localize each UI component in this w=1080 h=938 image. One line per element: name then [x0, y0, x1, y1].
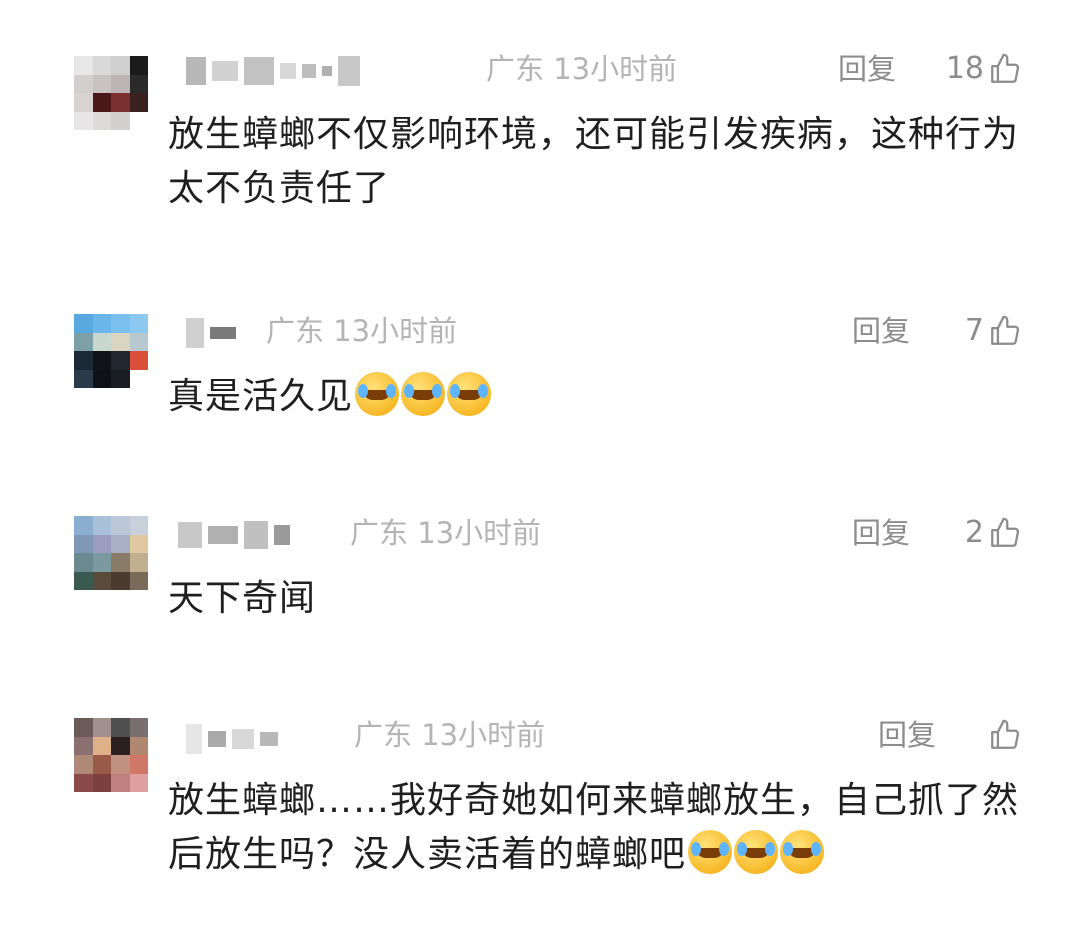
crying-laughing-emoji-icon	[734, 830, 779, 874]
comment-text: 真是活久见	[168, 370, 1028, 424]
username-blurred[interactable]	[186, 316, 236, 350]
like-count: 2	[964, 515, 984, 550]
comment-meta: 广东 13小时前	[486, 52, 677, 86]
comment-text: 天下奇闻	[168, 578, 317, 619]
username-blurred[interactable]	[186, 722, 278, 756]
reply-button[interactable]: 回复	[878, 718, 936, 752]
location-label: 广东	[486, 52, 545, 86]
thumbs-up-icon	[991, 719, 1020, 749]
avatar[interactable]	[74, 314, 148, 388]
crying-laughing-emoji-icon	[447, 372, 492, 416]
like-button[interactable]: 2	[965, 516, 1022, 550]
like-count: 18	[945, 51, 984, 86]
reply-button[interactable]: 回复	[852, 314, 910, 348]
avatar[interactable]	[74, 516, 148, 590]
reply-button[interactable]: 回复	[852, 516, 910, 550]
crying-laughing-emoji-icon	[401, 372, 446, 416]
avatar[interactable]	[74, 718, 148, 792]
crying-laughing-emoji-icon	[688, 830, 733, 874]
username-blurred[interactable]	[178, 518, 290, 552]
username-blurred[interactable]	[186, 54, 360, 88]
comment-meta: 广东 13小时前	[354, 718, 545, 752]
comment-text-content: 放生蟑螂……我好奇她如何来蟑螂放生，自己抓了然后放生吗？没人卖活着的蟑螂吧	[168, 780, 1020, 875]
timestamp: 13小时前	[553, 52, 678, 86]
location-label: 广东	[354, 718, 413, 752]
reply-button[interactable]: 回复	[838, 52, 896, 86]
comment-text: 放生蟑螂不仅影响环境，还可能引发疾病，这种行为太不负责任了	[168, 114, 1020, 209]
like-button[interactable]: 18	[946, 52, 1022, 86]
crying-laughing-emoji-icon	[355, 372, 400, 416]
comment-meta: 广东 13小时前	[266, 314, 457, 348]
timestamp: 13小时前	[417, 516, 542, 550]
avatar[interactable]	[74, 56, 148, 130]
location-label: 广东	[266, 314, 325, 348]
timestamp: 13小时前	[333, 314, 458, 348]
thumbs-up-icon	[991, 315, 1020, 345]
timestamp: 13小时前	[421, 718, 546, 752]
comment-text: 放生蟑螂……我好奇她如何来蟑螂放生，自己抓了然后放生吗？没人卖活着的蟑螂吧	[168, 774, 1028, 882]
like-count: 7	[964, 313, 984, 348]
comment-text-content: 真是活久见	[168, 376, 354, 417]
comment-meta: 广东 13小时前	[350, 516, 541, 550]
like-button[interactable]	[984, 718, 1022, 752]
like-button[interactable]: 7	[965, 314, 1022, 348]
thumbs-up-icon	[991, 53, 1020, 83]
crying-laughing-emoji-icon	[780, 830, 825, 874]
thumbs-up-icon	[991, 517, 1020, 547]
location-label: 广东	[350, 516, 409, 550]
